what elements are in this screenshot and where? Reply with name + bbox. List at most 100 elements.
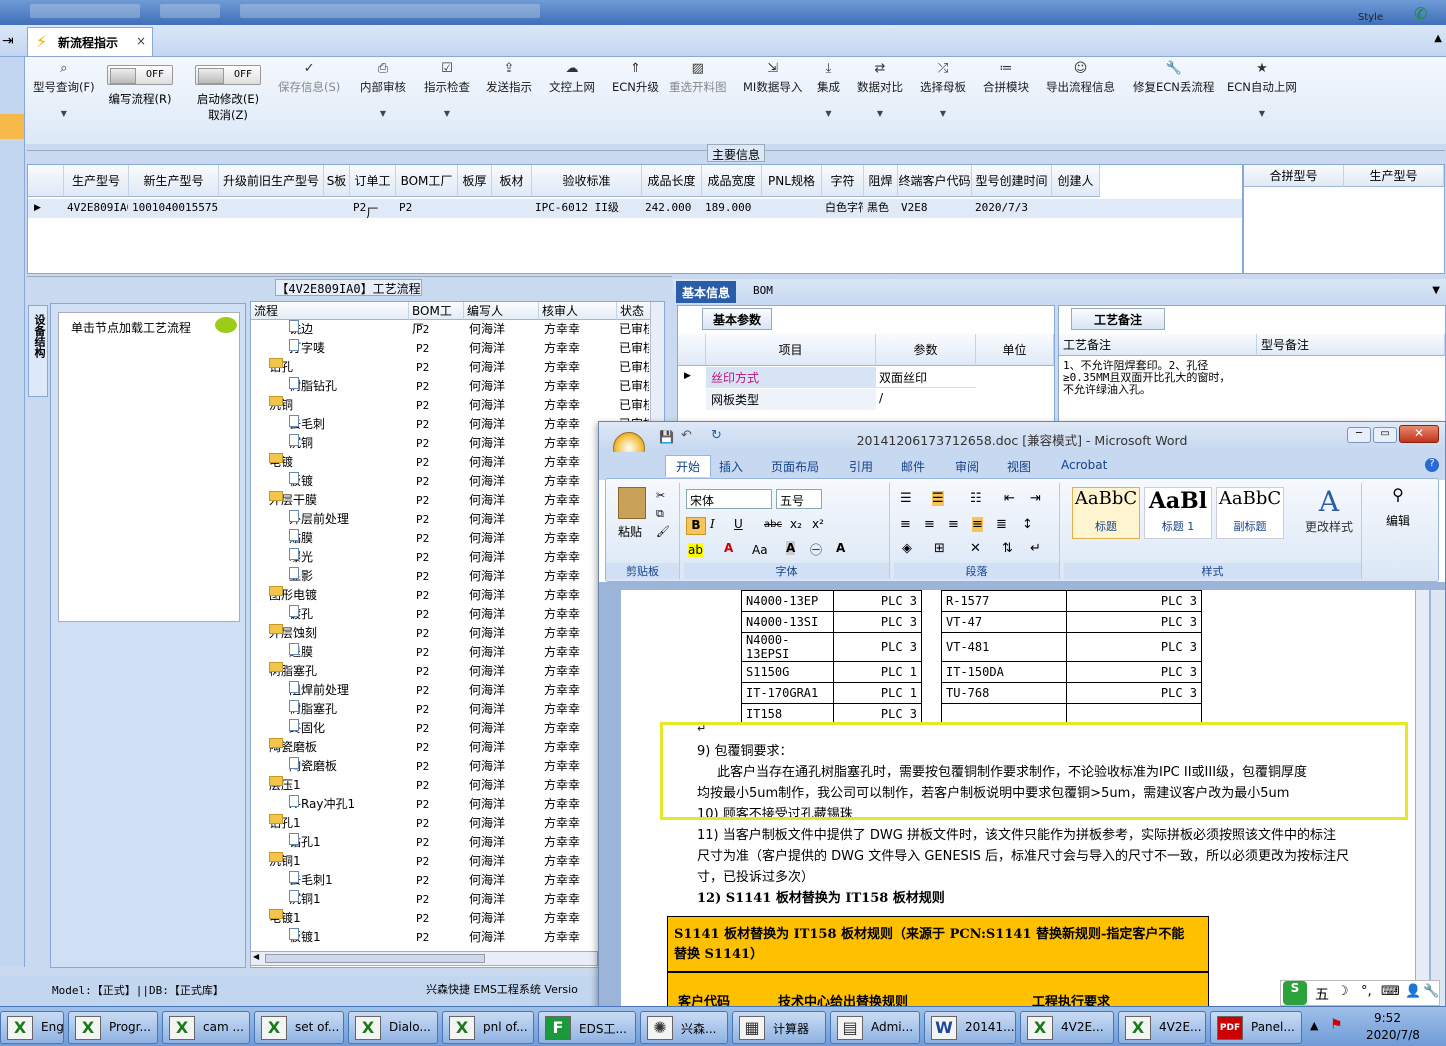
maximize-button[interactable]: ▭ (1373, 427, 1397, 443)
bullets-icon[interactable]: ☰ (900, 491, 912, 506)
word-cell[interactable]: PLC 3 (1066, 661, 1202, 683)
taskbar-item[interactable]: X Engin... (0, 1011, 64, 1044)
tree-node[interactable]: 去毛刺1 (289, 871, 333, 890)
enclose-char-icon[interactable]: ㊀ (810, 541, 822, 558)
ribbon-button-10[interactable]: ⇄ 数据对比 ▼ (857, 61, 903, 118)
tree-row[interactable]: 树脂钻孔 P2 何海洋 方幸幸 已审核 (251, 377, 664, 396)
tree-node[interactable]: 板镀 (289, 472, 313, 491)
underline-button[interactable]: U (734, 517, 743, 531)
tree-node[interactable]: 去毛刺 (289, 415, 325, 434)
word-cell[interactable]: IT-170GRA1 (741, 682, 834, 704)
tray-arrow-icon[interactable]: ▲ (1310, 1019, 1318, 1032)
clock-date[interactable]: 2020/7/8 (1366, 1028, 1420, 1042)
taskbar-item[interactable]: X Progr... (68, 1011, 158, 1044)
tree-node[interactable]: 终固化 (289, 719, 325, 738)
tree-node[interactable]: X-Ray冲孔1 (289, 795, 355, 814)
cell[interactable]: 白色字符 (825, 199, 863, 217)
vertical-scrollbar[interactable] (1415, 590, 1429, 1010)
ribbon-button-8[interactable]: ⇲ MI数据导入 (743, 61, 802, 95)
tree-node[interactable]: 退膜 (289, 643, 313, 662)
word-tab[interactable]: 视图 (1007, 458, 1031, 475)
ribbon-button-14[interactable]: 🔧 修复ECN丢流程 (1133, 61, 1214, 95)
tree-row[interactable]: −沉铜 P2 何海洋 方幸幸 已审核 (251, 396, 664, 415)
word-cell[interactable]: PLC 3 (833, 632, 922, 662)
help-icon[interactable]: ? (1425, 458, 1439, 472)
ime-toolbar[interactable]: S 五 ☽ °, ⌨ 👤 🔧 (1280, 980, 1440, 1006)
tree-node[interactable]: −图形电镀 (269, 586, 317, 605)
tree-row[interactable]: −钻孔 P2 何海洋 方幸幸 已审核 (251, 358, 664, 377)
cell[interactable]: 10010400155755 (132, 199, 218, 217)
bold-button[interactable]: B (686, 517, 706, 535)
outdent-icon[interactable]: ⇥ (1030, 491, 1041, 506)
ribbon-button-2[interactable]: ⎙ 内部审核 ▼ (360, 61, 406, 118)
tree-node[interactable]: −钻孔1 (269, 814, 301, 833)
word-cell[interactable]: PLC 3 (1066, 632, 1202, 662)
chinese-layout-icon[interactable]: ✕ (970, 541, 981, 556)
char-shading-icon[interactable]: A (786, 541, 796, 555)
taskbar-item[interactable]: W 20141... (924, 1011, 1016, 1044)
chevron-down-icon[interactable]: ▼ (817, 109, 840, 118)
tree-row[interactable]: 铣边 P2 何海洋 方幸幸 已审核 (251, 320, 664, 339)
minimize-button[interactable]: ─ (1347, 427, 1371, 443)
cell[interactable] (461, 199, 491, 217)
chevron-down-icon[interactable]: ▼ (1432, 285, 1440, 296)
show-marks-icon[interactable]: ↵ (1030, 541, 1041, 556)
cell[interactable]: 189.000 (705, 199, 761, 217)
line-spacing-icon[interactable]: ↕ (1022, 517, 1033, 532)
tree-node[interactable]: 外层前处理 (289, 510, 349, 529)
font-size-select[interactable]: 五号 (776, 489, 822, 509)
align-left-icon[interactable]: ≡ (900, 517, 911, 532)
strike-button[interactable]: abc (764, 519, 782, 530)
style-1[interactable]: AaBl 标题 1 (1144, 487, 1212, 539)
flag-icon[interactable]: ⚑ (1330, 1017, 1343, 1033)
tab-bom[interactable]: BOM (747, 281, 779, 303)
clock-time[interactable]: 9:52 (1374, 1011, 1401, 1025)
taskbar-item[interactable]: Xcam ... (162, 1011, 250, 1044)
taskbar-item[interactable]: ✺ 兴森... (640, 1011, 728, 1044)
word-tab[interactable]: 审阅 (955, 458, 979, 475)
tree-node[interactable]: −沉铜1 (269, 852, 301, 871)
cell[interactable] (765, 199, 821, 217)
word-cell[interactable]: PLC 3 (833, 590, 922, 612)
tree-node[interactable]: −沉铜 (269, 396, 293, 415)
chevron-down-icon[interactable]: ▼ (360, 109, 406, 118)
chevron-down-icon[interactable]: ▼ (1227, 109, 1297, 118)
edit-button[interactable]: ⚲ 编辑 (1368, 485, 1428, 529)
change-style-button[interactable]: A 更改样式 (1300, 485, 1358, 535)
tab-new-flow[interactable]: ⚡ 新流程指示 × (27, 27, 153, 56)
cell[interactable]: IPC-6012 II级 (535, 199, 641, 217)
toggle-0[interactable]: OFF 编写流程(R) (107, 65, 173, 107)
format-painter-icon[interactable]: 🖌 (656, 525, 670, 538)
word-cell[interactable]: N4000-13EPSI (741, 632, 834, 662)
tree-node[interactable]: −陶瓷磨板 (269, 738, 317, 757)
taskbar-item[interactable]: X Dialo... (348, 1011, 438, 1044)
taskbar-item[interactable]: X 4V2E... (1118, 1011, 1206, 1044)
cell[interactable]: P2 (353, 199, 395, 217)
style-2[interactable]: AaBbC 副标题 (1216, 487, 1284, 539)
tree-node[interactable]: 钻孔1 (289, 833, 321, 852)
chevron-up-icon[interactable]: ▲ (1434, 33, 1442, 44)
tree-node[interactable]: 沉铜 (289, 434, 313, 453)
ribbon-button-15[interactable]: ★ ECN自动上网 ▼ (1227, 61, 1297, 118)
tree-node[interactable]: −外层干膜 (269, 491, 317, 510)
taskbar-item[interactable]: ▦ 计算器 (732, 1011, 826, 1044)
cell[interactable] (327, 199, 349, 217)
highlight-icon[interactable]: ab (688, 543, 703, 557)
cell[interactable]: 黑色 (867, 199, 897, 217)
paste-icon[interactable] (618, 487, 646, 519)
word-cell[interactable]: IT-150DA (941, 661, 1067, 683)
copy-icon[interactable]: ⧉ (656, 507, 664, 521)
cell[interactable]: 4V2E809IA0 (67, 199, 128, 217)
word-cell[interactable]: PLC 3 (1066, 590, 1202, 612)
tab-equipment-structure[interactable]: 设备结构 (28, 305, 48, 397)
cell[interactable] (222, 199, 323, 217)
ribbon-button-4[interactable]: ⇪ 发送指示 (486, 61, 532, 95)
tree-node[interactable]: −电镀1 (269, 909, 301, 928)
param-value[interactable]: 双面丝印 (876, 367, 976, 388)
ribbon-button-6[interactable]: ⇑ ECN升级 (612, 61, 659, 95)
param-name[interactable]: 网板类型 (706, 389, 876, 410)
cell[interactable]: 242.000 (645, 199, 701, 217)
word-cell[interactable]: VT-481 (941, 632, 1067, 662)
cell[interactable]: P2 (399, 199, 457, 217)
tree-node[interactable]: 贴膜 (289, 529, 313, 548)
